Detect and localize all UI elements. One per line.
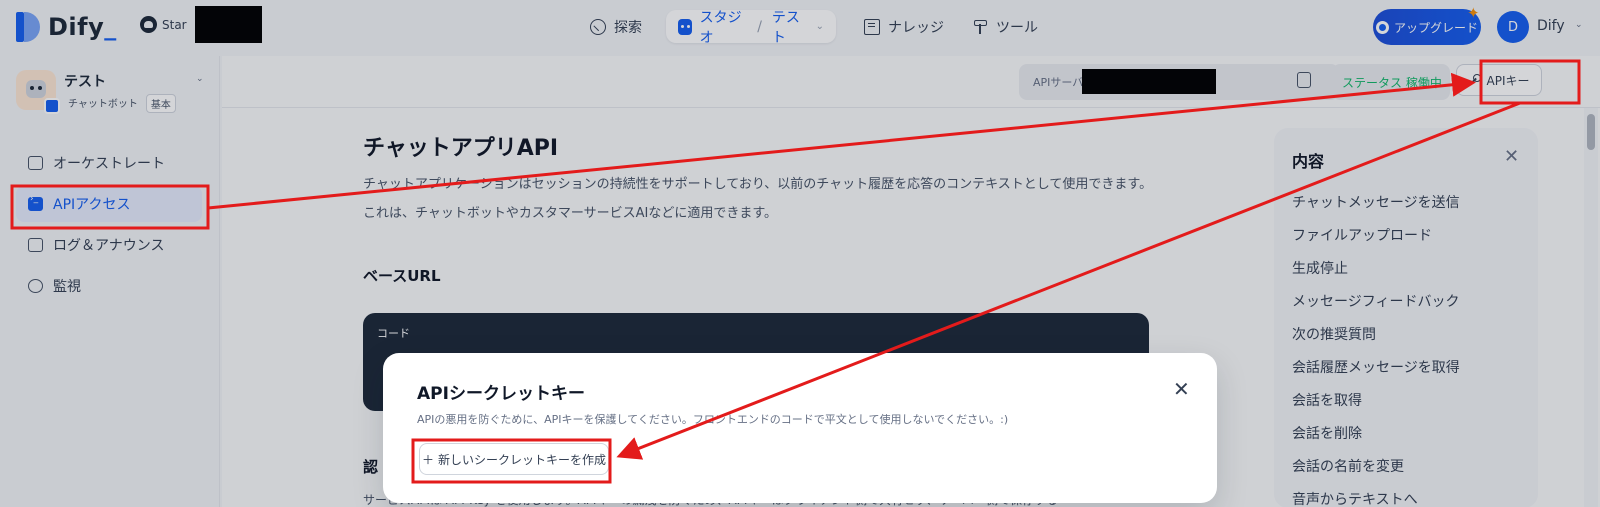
plus-icon: ＋ [421, 452, 434, 467]
create-secret-key-label: 新しいシークレットキーを作成 [438, 452, 607, 467]
modal-title: APIシークレットキー [417, 384, 585, 404]
api-secret-key-modal: APIシークレットキー ✕ APIの悪用を防ぐために、APIキーを保護してくださ… [383, 353, 1217, 503]
modal-description: APIの悪用を防ぐために、APIキーを保護してください。フロントエンドのコードで… [417, 413, 1009, 426]
create-secret-key-button[interactable]: ＋ 新しいシークレットキーを作成 [419, 443, 609, 475]
close-icon[interactable]: ✕ [1173, 377, 1190, 401]
